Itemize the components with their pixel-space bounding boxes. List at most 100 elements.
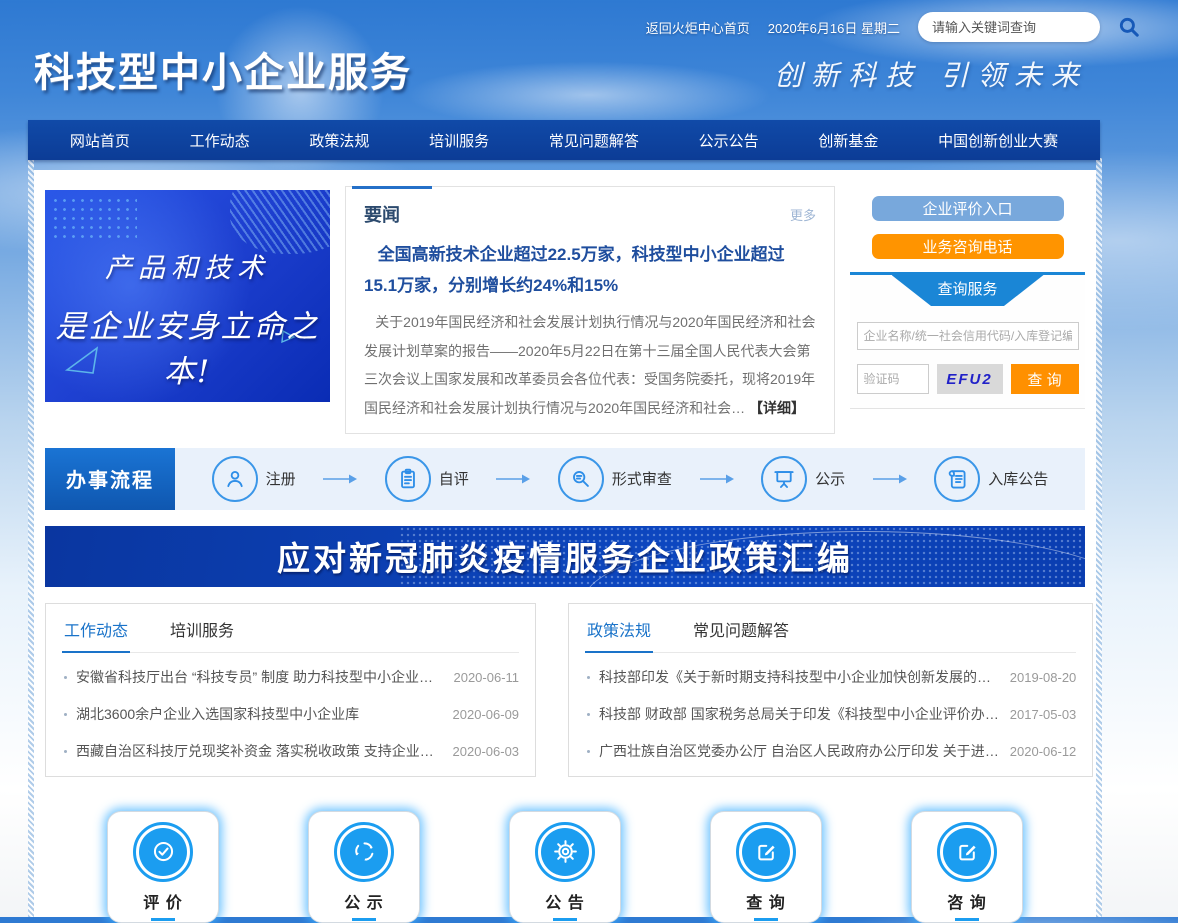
flow-step-self-evaluation: 自评 xyxy=(385,456,469,502)
torch-center-home-link[interactable]: 返回火炬中心首页 xyxy=(646,18,750,37)
news-more-link[interactable]: 更多 xyxy=(790,205,816,224)
tab-work-news[interactable]: 工作动态 xyxy=(62,604,130,653)
bullet-dot xyxy=(64,713,67,716)
news-summary-text: 关于2019年国民经济和社会发展计划执行情况与2020年国民经济和社会发展计划草… xyxy=(364,314,815,416)
enterprise-evaluation-entry-button[interactable]: 企业评价入口 xyxy=(872,196,1064,221)
flow-step-register: 注册 xyxy=(212,456,296,502)
list-item[interactable]: 广西壮族自治区党委办公厅 自治区人民政府办公厅印发 关于进一步… 2020-06… xyxy=(585,733,1076,770)
quick-link-underline xyxy=(754,918,778,921)
list-item-date: 2017-05-03 xyxy=(1010,707,1077,722)
work-news-panel: 工作动态 培训服务 安徽省科技厅出台 “科技专员” 制度 助力科技型中小企业发展… xyxy=(45,603,536,777)
nav-item-innovation-fund[interactable]: 创新基金 xyxy=(812,130,884,151)
list-item-date: 2020-06-03 xyxy=(453,744,520,759)
list-item-title: 广西壮族自治区党委办公厅 自治区人民政府办公厅印发 关于进一步… xyxy=(599,741,1010,761)
nav-item-competition[interactable]: 中国创新创业大赛 xyxy=(932,130,1064,151)
flow-step-formal-review: 形式审查 xyxy=(558,456,672,502)
list-item[interactable]: 西藏自治区科技厅兑现奖补资金 落实税收政策 支持企业科技创新 2020-06-0… xyxy=(62,733,519,770)
quick-link-announcement[interactable]: 公 告 xyxy=(509,811,621,923)
nav-item-announcements[interactable]: 公示公告 xyxy=(693,130,765,151)
news-detail-link[interactable]: 【详细】 xyxy=(749,400,805,416)
list-item-title: 湖北3600余户企业入选国家科技型中小企业库 xyxy=(76,704,453,724)
edit-icon xyxy=(736,822,796,882)
quick-link-consult[interactable]: 咨 询 xyxy=(911,811,1023,923)
slogan-text: 创新科技 引领未来 xyxy=(774,54,1088,94)
covid-policy-banner-title: 应对新冠肺炎疫情服务企业政策汇编 xyxy=(277,532,853,580)
list-item[interactable]: 安徽省科技厅出台 “科技专员” 制度 助力科技型中小企业发展 2020-06-1… xyxy=(62,659,519,696)
process-flow-title: 办事流程 xyxy=(45,448,175,510)
nav-item-policy[interactable]: 政策法规 xyxy=(303,130,375,151)
flow-step-label: 形式审查 xyxy=(612,468,672,489)
list-item-date: 2019-08-20 xyxy=(1010,670,1077,685)
bullet-dot xyxy=(64,750,67,753)
news-summary: 关于2019年国民经济和社会发展计划执行情况与2020年国民经济和社会发展计划草… xyxy=(364,308,816,423)
bullet-dot xyxy=(64,676,67,679)
business-phone-button[interactable]: 业务咨询电话 xyxy=(872,234,1064,259)
flow-step-label: 自评 xyxy=(439,468,469,489)
hero-banner[interactable]: 产品和技术 是企业安身立命之本! xyxy=(45,190,330,402)
covid-policy-banner[interactable]: 应对新冠肺炎疫情服务企业政策汇编 xyxy=(45,526,1085,587)
badge-gear-icon xyxy=(535,822,595,882)
captcha-input[interactable] xyxy=(857,364,929,394)
quick-link-label: 评 价 xyxy=(143,889,182,913)
flow-step-registry-announcement: 入库公告 xyxy=(934,456,1048,502)
news-headline-link[interactable]: 全国高新技术企业超过22.5万家，科技型中小企业超过15.1万家，分别增长约24… xyxy=(364,239,816,302)
list-item-date: 2020-06-11 xyxy=(453,670,519,685)
search-input[interactable] xyxy=(918,12,1116,42)
edit-icon xyxy=(937,822,997,882)
list-item[interactable]: 科技部印发《关于新时期支持科技型中小企业加快创新发展的若干政… 2019-08-… xyxy=(585,659,1076,696)
presentation-board-icon xyxy=(761,456,807,502)
list-item-title: 科技部印发《关于新时期支持科技型中小企业加快创新发展的若干政… xyxy=(599,667,1010,687)
quick-link-query[interactable]: 查 询 xyxy=(710,811,822,923)
list-item-date: 2020-06-12 xyxy=(1010,744,1077,759)
quick-link-label: 公 告 xyxy=(545,889,584,913)
flow-step-label: 公示 xyxy=(815,468,845,489)
main-content: 产品和技术 是企业安身立命之本! 要闻 更多 全国高新技术企业超过22.5万家，… xyxy=(34,170,1096,917)
news-tab-indicator xyxy=(352,186,432,189)
arrow-right-icon xyxy=(322,473,358,485)
tab-faq[interactable]: 常见问题解答 xyxy=(691,604,791,652)
user-icon xyxy=(212,456,258,502)
list-item[interactable]: 湖北3600余户企业入选国家科技型中小企业库 2020-06-09 xyxy=(62,696,519,733)
process-flow-bar: 办事流程 注册 自评 xyxy=(45,448,1085,510)
right-decor-border xyxy=(1096,158,1102,917)
bullet-dot xyxy=(587,750,590,753)
company-search-input[interactable] xyxy=(857,322,1079,350)
query-service-panel: 查询服务 EFU2 查 询 xyxy=(850,272,1085,409)
search-icon[interactable] xyxy=(1116,14,1142,40)
topbar: 返回火炬中心首页 2020年6月16日 星期二 xyxy=(646,12,1100,42)
hero-slogan: 产品和技术 是企业安身立命之本! xyxy=(45,246,330,391)
tab-training[interactable]: 培训服务 xyxy=(168,604,236,652)
nav-item-home[interactable]: 网站首页 xyxy=(64,130,136,151)
list-item-title: 安徽省科技厅出台 “科技专员” 制度 助力科技型中小企业发展 xyxy=(76,667,453,687)
list-item[interactable]: 科技部 财政部 国家税务总局关于印发《科技型中小企业评价办法》… 2017-05… xyxy=(585,696,1076,733)
headline-news-panel: 要闻 更多 全国高新技术企业超过22.5万家，科技型中小企业超过15.1万家，分… xyxy=(345,186,835,434)
quick-link-underline xyxy=(352,918,376,921)
news-panel-title: 要闻 xyxy=(364,201,400,227)
quick-link-label: 公 示 xyxy=(344,889,383,913)
captcha-image[interactable]: EFU2 xyxy=(937,364,1003,394)
arrow-right-icon xyxy=(699,473,735,485)
nav-item-faq[interactable]: 常见问题解答 xyxy=(543,130,645,151)
list-item-title: 西藏自治区科技厅兑现奖补资金 落实税收政策 支持企业科技创新 xyxy=(76,741,453,761)
list-item-date: 2020-06-09 xyxy=(453,707,520,722)
review-icon xyxy=(558,456,604,502)
list-item-title: 科技部 财政部 国家税务总局关于印发《科技型中小企业评价办法》… xyxy=(599,704,1010,724)
quick-link-underline xyxy=(151,918,175,921)
tab-policy[interactable]: 政策法规 xyxy=(585,604,653,653)
page-title: 科技型中小企业服务 xyxy=(34,40,412,98)
arrow-right-icon xyxy=(495,473,531,485)
search-box xyxy=(918,12,1100,42)
quick-link-underline xyxy=(955,918,979,921)
date-text: 2020年6月16日 星期二 xyxy=(768,18,900,37)
right-sidebar: 企业评价入口 业务咨询电话 查询服务 EFU2 查 询 xyxy=(850,186,1085,434)
quick-link-evaluation[interactable]: 评 价 xyxy=(107,811,219,923)
clipboard-icon xyxy=(385,456,431,502)
query-button[interactable]: 查 询 xyxy=(1011,364,1079,394)
nav-item-work-news[interactable]: 工作动态 xyxy=(184,130,256,151)
nav-item-training[interactable]: 培训服务 xyxy=(423,130,495,151)
flow-step-publicity: 公示 xyxy=(761,456,845,502)
quick-link-publicity[interactable]: 公 示 xyxy=(308,811,420,923)
main-nav: 网站首页 工作动态 政策法规 培训服务 常见问题解答 公示公告 创新基金 中国创… xyxy=(28,120,1100,160)
quick-link-label: 咨 询 xyxy=(947,889,986,913)
flow-step-label: 注册 xyxy=(266,468,296,489)
